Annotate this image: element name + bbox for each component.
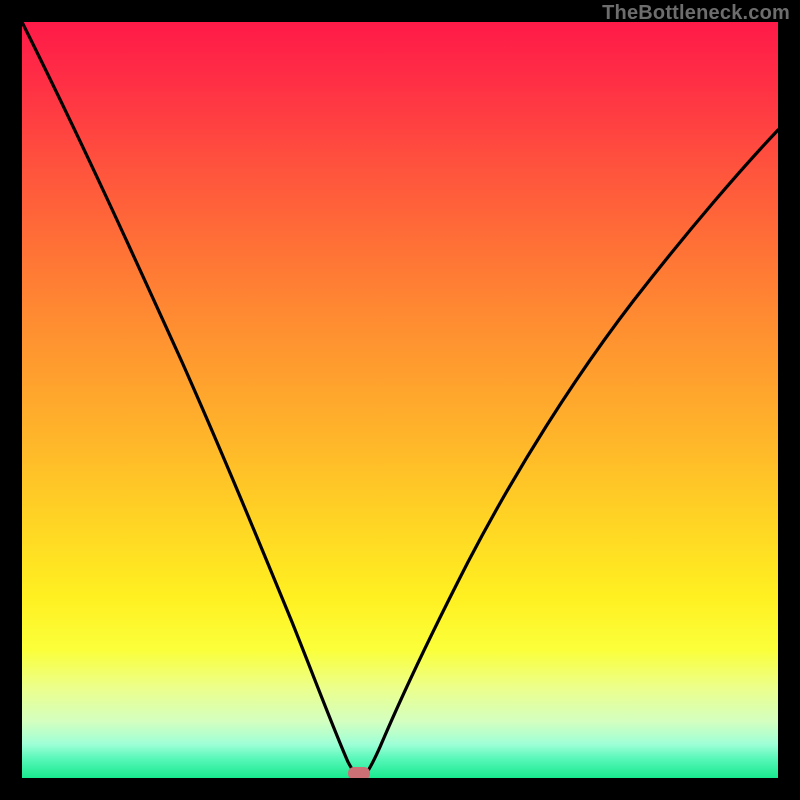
min-marker bbox=[348, 767, 370, 778]
bottleneck-curve bbox=[22, 22, 778, 777]
chart-frame: TheBottleneck.com bbox=[0, 0, 800, 800]
curve-layer bbox=[22, 22, 778, 778]
plot-area bbox=[22, 22, 778, 778]
